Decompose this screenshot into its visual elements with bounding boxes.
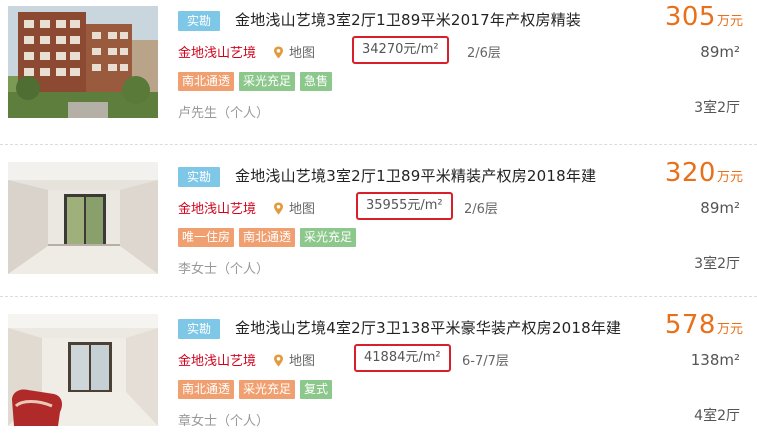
feature-tag: 采光充足 [239, 72, 296, 91]
community-link[interactable]: 金地浅山艺境 [178, 42, 256, 61]
agent-name: 章女士（个人） [178, 414, 270, 429]
listing-item[interactable]: 实勘 金地浅山艺境3室2厅1卫89平米2017年产权房精装 金地浅山艺境 地图 … [0, 0, 757, 124]
feature-tags: 南北通透 采光充足 急售 [178, 70, 337, 91]
divider [0, 296, 757, 297]
map-label: 地图 [289, 202, 316, 217]
unit-price: 34270元/m² [352, 36, 449, 64]
verified-badge: 实勘 [178, 319, 221, 339]
map-label: 地图 [289, 354, 316, 369]
map-link[interactable]: 地图 [272, 350, 315, 369]
total-price: 578万元 [665, 310, 743, 340]
price-value: 320 [664, 158, 716, 188]
community-link[interactable]: 金地浅山艺境 [178, 198, 256, 217]
map-pin-icon [272, 202, 285, 215]
listing-title[interactable]: 金地浅山艺境3室2厅1卫89平米2017年产权房精装 [235, 9, 581, 30]
verified-badge: 实勘 [178, 167, 221, 187]
feature-tag: 南北通透 [239, 228, 296, 247]
floor-info: 6-7/7层 [462, 354, 509, 369]
feature-tag: 急售 [300, 72, 333, 91]
building-exterior-photo[interactable] [8, 6, 158, 118]
listing-page: 实勘 金地浅山艺境3室2厅1卫89平米2017年产权房精装 金地浅山艺境 地图 … [0, 0, 757, 437]
floor-info: 2/6层 [467, 46, 501, 61]
map-pin-icon [272, 354, 285, 367]
feature-tag: 南北通透 [178, 380, 235, 399]
agent-name: 李女士（个人） [178, 262, 270, 277]
price-unit: 万元 [716, 322, 743, 337]
verified-badge: 实勘 [178, 11, 221, 31]
room-layout: 4室2厅 [694, 408, 740, 424]
listing-item[interactable]: 实勘 金地浅山艺境3室2厅1卫89平米精装产权房2018年建 金地浅山艺境 地图… [0, 156, 757, 280]
community-link[interactable]: 金地浅山艺境 [178, 350, 256, 369]
empty-room-photo[interactable] [8, 162, 158, 274]
listing-item[interactable]: 实勘 金地浅山艺境4室2厅3卫138平米豪华装产权房2018年建 金地浅山艺境 … [0, 308, 757, 432]
floor-area: 138m² [690, 351, 740, 369]
feature-tag: 南北通透 [178, 72, 235, 91]
divider [0, 144, 757, 145]
map-pin-icon [272, 46, 285, 59]
unit-price: 41884元/m² [354, 344, 451, 372]
feature-tag: 复式 [300, 380, 333, 399]
feature-tag: 采光充足 [300, 228, 357, 247]
listing-title[interactable]: 金地浅山艺境3室2厅1卫89平米精装产权房2018年建 [235, 165, 596, 186]
feature-tags: 唯一住房 南北通透 采光充足 [178, 226, 361, 247]
total-price: 305万元 [665, 2, 743, 32]
map-link[interactable]: 地图 [272, 42, 315, 61]
price-value: 578 [664, 310, 716, 340]
room-layout: 3室2厅 [694, 256, 740, 272]
room-layout: 3室2厅 [694, 100, 740, 116]
feature-tags: 南北通透 采光充足 复式 [178, 378, 337, 399]
floor-info: 2/6层 [464, 202, 498, 217]
feature-tag: 唯一住房 [178, 228, 235, 247]
listing-title[interactable]: 金地浅山艺境4室2厅3卫138平米豪华装产权房2018年建 [235, 317, 621, 338]
price-unit: 万元 [716, 14, 743, 29]
total-price: 320万元 [665, 158, 743, 188]
unit-price: 35955元/m² [356, 192, 453, 220]
price-value: 305 [664, 2, 716, 32]
floor-area: 89m² [700, 199, 740, 217]
agent-name: 卢先生（个人） [178, 106, 270, 121]
map-link[interactable]: 地图 [272, 198, 315, 217]
feature-tag: 采光充足 [239, 380, 296, 399]
living-room-photo[interactable] [8, 314, 158, 426]
price-unit: 万元 [716, 170, 743, 185]
map-label: 地图 [289, 46, 316, 61]
floor-area: 89m² [700, 43, 740, 61]
